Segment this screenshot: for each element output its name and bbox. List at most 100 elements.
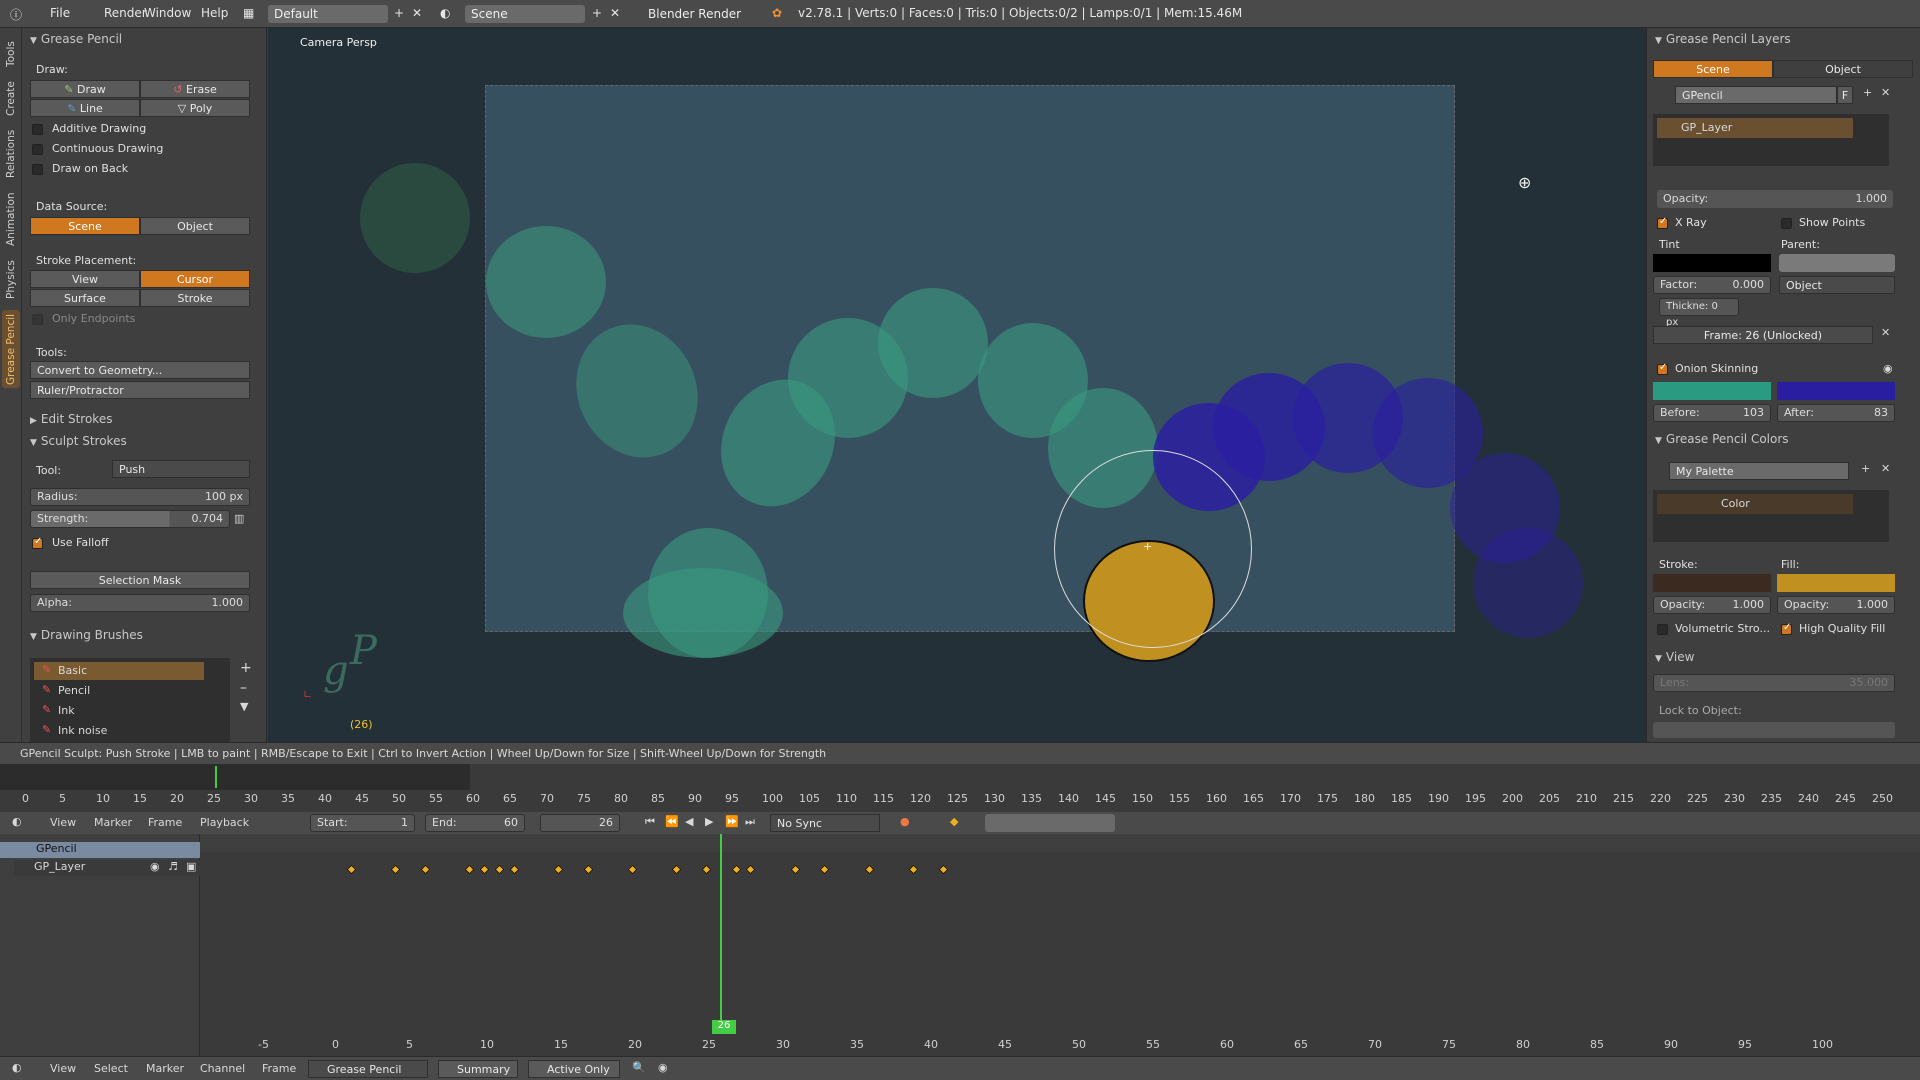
keyframe[interactable]: [420, 864, 431, 875]
menu-render[interactable]: Render: [104, 6, 147, 20]
onion-checkbox[interactable]: [1657, 362, 1668, 375]
hq-fill-checkbox[interactable]: [1781, 622, 1792, 635]
datasource-object-button[interactable]: Object: [140, 217, 250, 235]
tl-menu-marker[interactable]: Marker: [94, 816, 132, 829]
parent-type-select[interactable]: Object: [1779, 276, 1895, 294]
panel-grease-pencil-header[interactable]: ▼ Grease Pencil: [30, 32, 122, 46]
volumetric-checkbox[interactable]: [1657, 624, 1668, 635]
active-only-toggle[interactable]: Active Only: [528, 1060, 620, 1078]
remove-palette-icon[interactable]: ✕: [1881, 462, 1890, 475]
layout-icon[interactable]: ▦: [243, 6, 254, 20]
summary-toggle[interactable]: Summary: [438, 1060, 518, 1078]
keyframe[interactable]: [790, 864, 801, 875]
ds-menu-channel[interactable]: Channel: [200, 1062, 245, 1075]
tab-animation[interactable]: Animation: [2, 188, 20, 250]
tab-grease-pencil[interactable]: Grease Pencil: [2, 310, 20, 388]
tab-relations[interactable]: Relations: [2, 126, 20, 182]
search-icon[interactable]: 🔍: [632, 1061, 646, 1074]
erase-button[interactable]: ↺ Erase: [140, 80, 250, 98]
stroke-color-swatch[interactable]: [1653, 574, 1771, 592]
record-icon[interactable]: ●: [900, 815, 910, 828]
timeline-playhead[interactable]: [215, 766, 217, 788]
onion-after-color[interactable]: [1777, 382, 1895, 400]
draw-button[interactable]: ✎ Draw: [30, 80, 140, 98]
3d-viewport[interactable]: Camera Persp + ⊕ ∟ g P (26): [268, 28, 1646, 742]
tab-physics[interactable]: Physics: [2, 256, 20, 304]
remove-brush-icon[interactable]: –: [240, 680, 247, 696]
keyframe[interactable]: [627, 864, 638, 875]
sync-select[interactable]: No Sync: [770, 814, 880, 832]
palette-field[interactable]: My Palette: [1669, 462, 1849, 480]
remove-gpencil-icon[interactable]: ✕: [1881, 86, 1890, 99]
ruler-button[interactable]: Ruler/Protractor: [30, 381, 250, 399]
after-slider[interactable]: After: 83: [1777, 404, 1895, 422]
radius-slider[interactable]: Radius: 100 px: [30, 488, 250, 506]
keyframe[interactable]: [583, 864, 594, 875]
poly-button[interactable]: ▽ Poly: [140, 99, 250, 117]
brush-ink[interactable]: Ink: [34, 702, 204, 720]
lock-icon[interactable]: ▣: [186, 860, 196, 873]
3d-cursor-icon[interactable]: ⊕: [1518, 173, 1531, 192]
menu-help[interactable]: Help: [201, 6, 228, 20]
ds-menu-select[interactable]: Select: [94, 1062, 128, 1075]
layers-tab-object[interactable]: Object: [1773, 60, 1913, 78]
gpencil-field[interactable]: GPencil: [1675, 86, 1837, 104]
placement-stroke-button[interactable]: Stroke: [140, 289, 250, 307]
menu-file[interactable]: File: [50, 6, 70, 20]
lock-object-field[interactable]: [1653, 722, 1895, 738]
next-key-icon[interactable]: ⏩: [725, 815, 739, 828]
keyframe-icon[interactable]: ◆: [950, 815, 958, 828]
selection-mask-button[interactable]: Selection Mask: [30, 571, 250, 589]
dopesheet[interactable]: 26 -5 0 5 10 15 20 25 30 35 40 45 50 55 60 65 70 75 80 85 9…: [0, 834, 1920, 1056]
brush-basic[interactable]: Basic: [34, 662, 204, 680]
dopesheet-playhead[interactable]: [720, 834, 722, 1030]
lens-slider[interactable]: Lens: 35.000: [1653, 674, 1895, 692]
color-item[interactable]: Color: [1657, 494, 1853, 514]
keyframe[interactable]: [819, 864, 830, 875]
add-brush-icon[interactable]: +: [240, 660, 252, 676]
parent-field[interactable]: [1779, 254, 1895, 272]
brush-ink-noise[interactable]: Ink noise: [34, 722, 204, 740]
stroke-opacity-slider[interactable]: Opacity: 1.000: [1653, 596, 1771, 614]
before-slider[interactable]: Before: 103: [1653, 404, 1771, 422]
keyframe[interactable]: [509, 864, 520, 875]
keyframe[interactable]: [701, 864, 712, 875]
tab-create[interactable]: Create: [2, 78, 20, 120]
info-icon[interactable]: ⓘ: [10, 6, 22, 23]
color-wheel-icon[interactable]: ◉: [1883, 362, 1893, 375]
prev-key-icon[interactable]: ⏪: [665, 815, 679, 828]
keyframe[interactable]: [671, 864, 682, 875]
strength-slider[interactable]: Strength: 0.704: [30, 510, 230, 528]
scene-field[interactable]: Scene: [465, 5, 585, 23]
xray-checkbox[interactable]: [1657, 216, 1668, 229]
visibility-icon[interactable]: ◉: [150, 860, 160, 873]
keyframe[interactable]: [479, 864, 490, 875]
keyframe[interactable]: [346, 864, 357, 875]
gp-colors-header[interactable]: ▼ Grease Pencil Colors: [1655, 432, 1789, 446]
fake-user-button[interactable]: F: [1837, 86, 1853, 104]
view-header[interactable]: ▼ View: [1655, 650, 1694, 664]
add-palette-icon[interactable]: +: [1861, 462, 1870, 475]
keyframe[interactable]: [494, 864, 505, 875]
keyframe[interactable]: [745, 864, 756, 875]
keyframe[interactable]: [390, 864, 401, 875]
delete-frame-icon[interactable]: ✕: [1881, 326, 1890, 339]
ds-menu-frame[interactable]: Frame: [262, 1062, 296, 1075]
edit-strokes-header[interactable]: ▶ Edit Strokes: [30, 412, 112, 426]
placement-cursor-button[interactable]: Cursor: [140, 270, 250, 288]
opacity-slider[interactable]: Opacity: 1.000: [1657, 190, 1893, 208]
tab-tools[interactable]: Tools: [2, 36, 20, 72]
show-points-checkbox[interactable]: [1781, 218, 1792, 229]
fill-color-swatch[interactable]: [1777, 574, 1895, 592]
datasource-scene-button[interactable]: Scene: [30, 217, 140, 235]
keyframe[interactable]: [908, 864, 919, 875]
mode-select[interactable]: Grease Pencil: [308, 1060, 428, 1078]
brush-menu-icon[interactable]: ▼: [240, 700, 248, 713]
timeline[interactable]: 0 5 10 15 20 25 30 35 40 45 50 55 60 65 70 75 80 85 90 95 10…: [0, 764, 1920, 812]
play-icon[interactable]: ▶: [705, 815, 713, 828]
jump-start-icon[interactable]: ⏮: [645, 815, 655, 829]
add-scene-icon[interactable]: +: [592, 6, 602, 20]
add-gpencil-icon[interactable]: +: [1863, 86, 1872, 99]
jump-end-icon[interactable]: ⏭: [745, 815, 755, 829]
ds-menu-view[interactable]: View: [50, 1062, 76, 1075]
